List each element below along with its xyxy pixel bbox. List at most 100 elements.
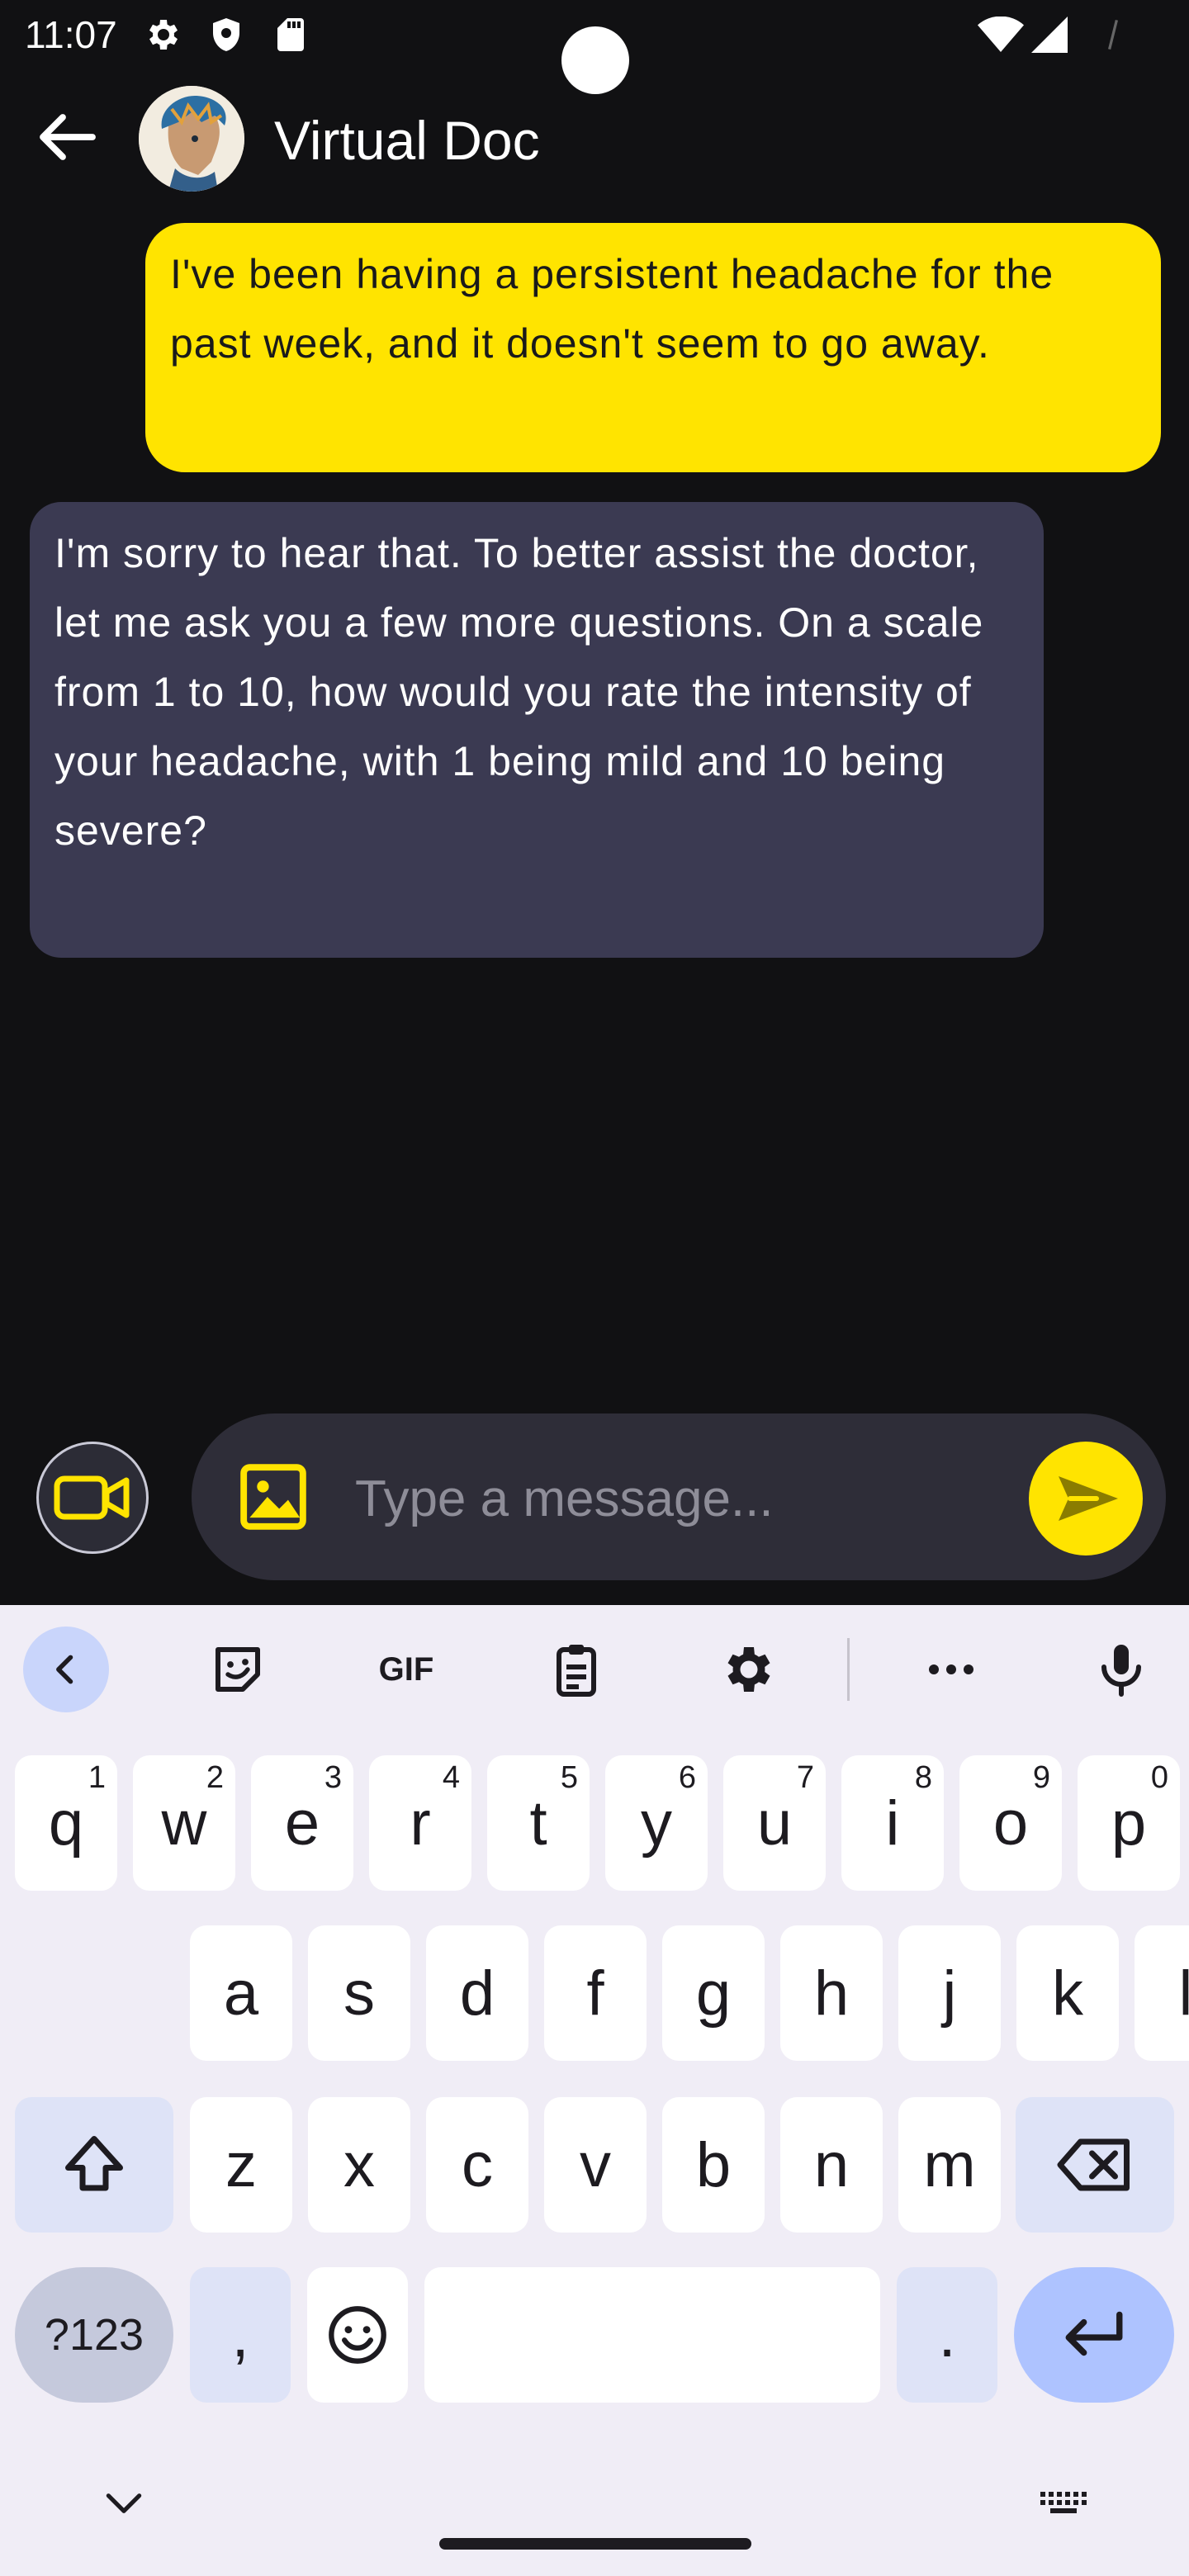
- key-label: f: [586, 1958, 604, 2029]
- key-label: o: [992, 1788, 1029, 1859]
- video-camera-icon: [54, 1475, 130, 1520]
- shift-icon: [65, 2136, 123, 2191]
- key-hint-number: 1: [88, 1760, 106, 1795]
- clipboard-button[interactable]: [533, 1627, 619, 1712]
- comma-key[interactable]: ,: [190, 2267, 291, 2403]
- key-w[interactable]: w2: [133, 1755, 235, 1891]
- key-hint-number: 9: [1032, 1760, 1050, 1795]
- front-camera: [561, 26, 629, 94]
- key-y[interactable]: y6: [605, 1755, 708, 1891]
- message-input[interactable]: Type a message...: [355, 1466, 774, 1532]
- key-j[interactable]: j: [898, 1925, 1001, 2061]
- wifi-status-icon: [978, 17, 1024, 52]
- key-hint-number: 8: [914, 1760, 932, 1795]
- key-label: k: [1052, 1958, 1083, 2029]
- key-g[interactable]: g: [662, 1925, 765, 2061]
- image-attach-icon[interactable]: [238, 1461, 309, 1532]
- status-time: 11:07: [25, 13, 117, 56]
- key-hint-number: 4: [442, 1760, 460, 1795]
- key-o[interactable]: o9: [959, 1755, 1062, 1891]
- key-label: x: [343, 2129, 375, 2200]
- page-title: Virtual Doc: [274, 110, 540, 171]
- enter-key[interactable]: [1014, 2267, 1174, 2403]
- key-hint-number: 6: [678, 1760, 696, 1795]
- key-h[interactable]: h: [780, 1925, 883, 2061]
- key-label: l: [1178, 1958, 1189, 2029]
- key-m[interactable]: m: [898, 2097, 1001, 2233]
- emoji-key[interactable]: [307, 2267, 408, 2403]
- shift-key[interactable]: [15, 2097, 173, 2233]
- key-label: g: [695, 1958, 732, 2029]
- key-e[interactable]: e3: [251, 1755, 353, 1891]
- key-label: z: [225, 2129, 257, 2200]
- avatar[interactable]: [139, 86, 244, 192]
- key-label: s: [343, 1958, 375, 2029]
- message-text: I'm sorry to hear that. To better assist…: [54, 530, 984, 854]
- key-hint-number: 5: [560, 1760, 578, 1795]
- chevron-left-icon: [56, 1655, 73, 1684]
- key-i[interactable]: i8: [841, 1755, 944, 1891]
- key-z[interactable]: z: [190, 2097, 292, 2233]
- key-l[interactable]: l: [1135, 1925, 1189, 2061]
- key-b[interactable]: b: [662, 2097, 765, 2233]
- user-message-bubble: I've been having a persistent headache f…: [145, 223, 1161, 472]
- key-r[interactable]: r4: [369, 1755, 471, 1891]
- voice-input-button[interactable]: [1078, 1627, 1164, 1712]
- key-label: y: [641, 1788, 672, 1859]
- key-label: q: [48, 1788, 84, 1859]
- key-a[interactable]: a: [190, 1925, 292, 2061]
- key-label: h: [813, 1958, 850, 2029]
- enter-icon: [1065, 2311, 1123, 2356]
- message-text: I've been having a persistent headache f…: [170, 251, 1054, 367]
- keyboard-switch-icon[interactable]: [1039, 2488, 1088, 2518]
- gear-icon: [727, 1647, 770, 1692]
- key-label: t: [529, 1788, 547, 1859]
- key-n[interactable]: n: [780, 2097, 883, 2233]
- keyboard-collapse-toolbar-button[interactable]: [23, 1627, 109, 1712]
- keyboard-settings-button[interactable]: [703, 1627, 789, 1712]
- key-label: e: [284, 1788, 320, 1859]
- key-p[interactable]: p0: [1078, 1755, 1180, 1891]
- key-f[interactable]: f: [544, 1925, 647, 2061]
- key-t[interactable]: t5: [487, 1755, 590, 1891]
- video-call-button[interactable]: [36, 1442, 149, 1554]
- key-label: r: [410, 1788, 431, 1859]
- key-label: c: [462, 2129, 493, 2200]
- backspace-icon: [1057, 2138, 1130, 2191]
- signal-status-icon: [1031, 17, 1068, 53]
- key-label: p: [1111, 1788, 1147, 1859]
- key-c[interactable]: c: [426, 2097, 528, 2233]
- gif-button[interactable]: GIF: [363, 1627, 449, 1712]
- back-arrow-icon[interactable]: [38, 112, 97, 162]
- key-d[interactable]: d: [426, 1925, 528, 2061]
- key-hint-number: 7: [796, 1760, 814, 1795]
- key-s[interactable]: s: [308, 1925, 410, 2061]
- sticker-button[interactable]: [195, 1627, 281, 1712]
- key-label: v: [580, 2129, 611, 2200]
- backspace-key[interactable]: [1016, 2097, 1174, 2233]
- key-k[interactable]: k: [1016, 1925, 1119, 2061]
- key-u[interactable]: u7: [723, 1755, 826, 1891]
- more-options-button[interactable]: [908, 1627, 994, 1712]
- key-label: u: [756, 1788, 793, 1859]
- symbols-key[interactable]: ?123: [15, 2267, 173, 2403]
- emoji-icon: [329, 2306, 386, 2364]
- key-x[interactable]: x: [308, 2097, 410, 2233]
- keyboard: [0, 1605, 1189, 2576]
- key-v[interactable]: v: [544, 2097, 647, 2233]
- key-q[interactable]: q1: [15, 1755, 117, 1891]
- key-label: d: [459, 1958, 495, 2029]
- space-key[interactable]: [424, 2267, 880, 2403]
- battery-status-icon: [1107, 19, 1119, 50]
- send-icon: [1059, 1476, 1118, 1521]
- period-key[interactable]: .: [897, 2267, 997, 2403]
- navigation-handle[interactable]: [439, 2538, 751, 2550]
- key-label: i: [885, 1788, 900, 1859]
- chevron-down-icon[interactable]: [101, 2487, 147, 2520]
- key-label: m: [923, 2129, 976, 2200]
- key-hint-number: 2: [206, 1760, 224, 1795]
- send-button[interactable]: [1029, 1442, 1143, 1556]
- key-label: j: [942, 1958, 957, 2029]
- shield-status-icon: [213, 18, 239, 51]
- key-hint-number: 3: [324, 1760, 342, 1795]
